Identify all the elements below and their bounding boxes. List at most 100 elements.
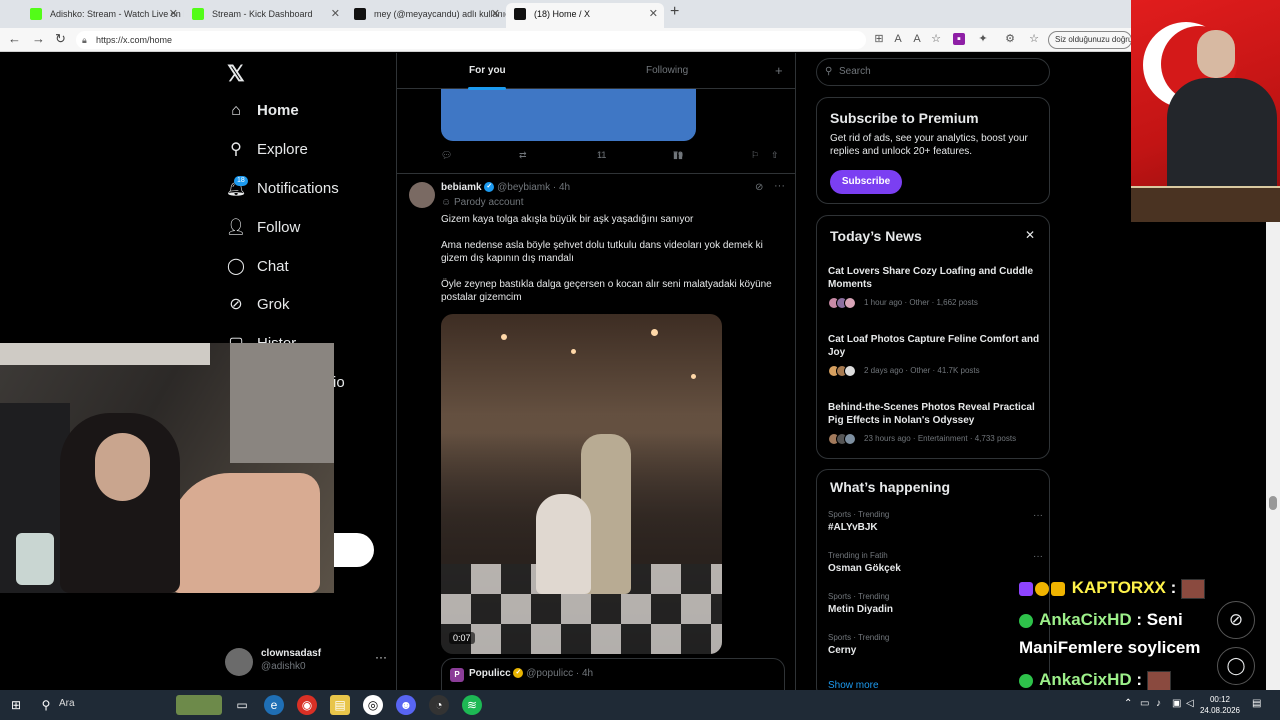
network-icon[interactable]: ▣: [1172, 698, 1181, 709]
more-icon[interactable]: ···: [1033, 510, 1043, 521]
site-info-icon[interactable]: 🔒︎: [82, 31, 87, 49]
post-video[interactable]: 0:07: [441, 314, 722, 654]
microphone-icon[interactable]: ♪: [1156, 698, 1161, 709]
close-tab-icon[interactable]: ✕: [169, 3, 178, 25]
search-input[interactable]: ⚲ Search: [816, 58, 1050, 86]
more-icon[interactable]: ···: [1033, 551, 1043, 562]
tray-app-icon[interactable]: ▭: [1140, 698, 1149, 709]
notes-icon[interactable]: ▤: [330, 695, 350, 715]
read-aloud-icon[interactable]: A: [911, 33, 923, 45]
close-tab-icon[interactable]: ✕: [491, 3, 500, 25]
close-tab-icon[interactable]: ✕: [649, 3, 658, 25]
trend-item[interactable]: Sports · Trending #ALYvBJK ···: [828, 510, 1043, 533]
add-tab-icon[interactable]: +: [775, 63, 783, 78]
post-author-line: bebiamk ✓ @beybiamk · 4h: [441, 182, 570, 193]
browser-tab-kick-stream[interactable]: Adishko: Stream - Watch Live on K ✕: [22, 3, 184, 28]
nav-grok[interactable]: ⊘ Grok: [225, 291, 289, 319]
x-icon: [514, 8, 526, 20]
post-author[interactable]: bebiamk: [441, 182, 482, 193]
discord-icon[interactable]: ☻: [396, 695, 416, 715]
app-icon[interactable]: ◔: [429, 695, 449, 715]
news-item[interactable]: Cat Lovers Share Cozy Loafing and Cuddle…: [828, 265, 1043, 310]
windows-start-icon[interactable]: ⊞: [6, 695, 26, 715]
tab-for-you[interactable]: For you: [468, 65, 506, 90]
tray-chevron-icon[interactable]: ⌃: [1124, 698, 1132, 709]
subscribe-button[interactable]: Subscribe: [830, 170, 902, 194]
performance-icon[interactable]: ⚙: [1004, 33, 1016, 45]
notifications-icon[interactable]: ▤: [1252, 698, 1261, 709]
video-frame-dancer: [536, 494, 591, 594]
post-time[interactable]: · 4h: [553, 182, 570, 193]
news-item[interactable]: Behind-the-Scenes Photos Reveal Practica…: [828, 401, 1043, 446]
browser-tab-bar: Adishko: Stream - Watch Live on K ✕ Stre…: [0, 0, 1280, 28]
chrome-icon[interactable]: ◉: [297, 695, 317, 715]
trend-item[interactable]: Sports · Trending Cerny: [828, 633, 1043, 656]
grok-fab-icon[interactable]: ⊘: [1217, 601, 1255, 639]
trend-item[interactable]: Sports · Trending Metin Diyadin: [828, 592, 1043, 615]
nav-follow[interactable]: 👤︎ Follow: [225, 214, 301, 242]
favorite-star-icon[interactable]: ☆: [930, 33, 942, 45]
avatar: [225, 648, 253, 676]
reply-icon[interactable]: 💬︎: [441, 150, 452, 161]
back-icon[interactable]: ←: [8, 31, 21, 46]
repost-icon[interactable]: ⇄: [519, 150, 527, 161]
post[interactable]: bebiamk ✓ @beybiamk · 4h ⊘ ··· ☺ Parody …: [397, 173, 795, 690]
account-switcher[interactable]: clownsadasf @adishk0 ···: [225, 646, 395, 676]
chat-message-continuation: ManiFemlere soylicem: [1019, 638, 1201, 657]
account-name: clownsadasf: [261, 648, 322, 659]
tiktok-icon: [354, 8, 366, 20]
tab-following[interactable]: Following: [646, 65, 688, 76]
refresh-icon[interactable]: ↻: [55, 31, 66, 47]
trend-item[interactable]: Trending in Fatih Osman Gökçek ···: [828, 551, 1043, 574]
nav-chat[interactable]: ◯ Chat: [225, 253, 289, 281]
file-explorer-icon[interactable]: ▭: [232, 695, 252, 715]
close-tab-icon[interactable]: ✕: [331, 3, 340, 25]
signin-prompt[interactable]: Siz olduğunuzu doğru: [1048, 31, 1132, 49]
whats-happening-title: What’s happening: [830, 479, 951, 495]
browser-tab-tiktok[interactable]: mey (@meyaycandu) adlı kullanıcı ✕: [346, 3, 506, 28]
webcam-overlay: [0, 343, 334, 593]
grok-icon[interactable]: ⊘: [755, 182, 763, 193]
taskbar-search-label[interactable]: Ara: [59, 698, 75, 709]
extension-icon[interactable]: ▪: [953, 33, 965, 45]
taskbar-clock[interactable]: 00:12 24.08.2026: [1198, 694, 1242, 716]
scrollbar-thumb[interactable]: [1269, 496, 1277, 510]
quoted-post[interactable]: P Populicc ✓ @populicc · 4h: [441, 658, 785, 690]
search-icon[interactable]: ⚲: [36, 695, 56, 715]
account-handle: @adishk0: [261, 661, 306, 672]
more-icon[interactable]: ···: [375, 650, 387, 664]
bookmark-icon[interactable]: ⚐: [751, 150, 759, 161]
edge-icon[interactable]: e: [264, 695, 284, 715]
avatar[interactable]: [409, 182, 435, 208]
subscriber-badge-icon: [1019, 581, 1033, 596]
nav-partial-label[interactable]: io: [333, 369, 345, 397]
post-handle[interactable]: @beybiamk: [497, 182, 550, 193]
chat-fab-icon[interactable]: ◯: [1217, 647, 1255, 685]
app-icon[interactable]: ⊞: [873, 33, 885, 45]
parody-label: ☺ Parody account: [441, 197, 524, 208]
obs-icon[interactable]: ◎: [363, 695, 383, 715]
new-tab-button[interactable]: +: [670, 3, 679, 21]
x-logo[interactable]: 𝕏: [227, 61, 245, 87]
more-icon[interactable]: ···: [774, 180, 785, 192]
search-highlight-icon[interactable]: [176, 695, 222, 715]
gift-badge-icon: [1035, 581, 1049, 596]
share-icon[interactable]: ⇧: [771, 150, 779, 161]
forward-icon[interactable]: →: [32, 31, 45, 46]
url-field[interactable]: 🔒︎ https://x.com/home: [76, 31, 866, 49]
news-item[interactable]: Cat Loaf Photos Capture Feline Comfort a…: [828, 333, 1043, 378]
nav-home[interactable]: ⌂ Home: [225, 97, 299, 125]
browser-tab-kick-dashboard[interactable]: Stream - Kick Dashboard ✕: [184, 3, 346, 28]
browser-tab-x-home[interactable]: (18) Home / X ✕: [506, 3, 664, 28]
person-add-icon: 👤︎: [225, 219, 247, 236]
close-icon[interactable]: ✕: [1025, 228, 1035, 242]
post-button-partial[interactable]: [334, 533, 374, 567]
favorites-icon[interactable]: ☆: [1028, 33, 1040, 45]
spotify-icon[interactable]: ≋: [462, 695, 482, 715]
translate-icon[interactable]: A: [892, 33, 904, 45]
show-more-link[interactable]: Show more: [828, 680, 879, 690]
extensions-puzzle-icon[interactable]: ✦: [977, 33, 989, 45]
avatar: P: [450, 668, 464, 682]
volume-icon[interactable]: ◁: [1186, 698, 1194, 709]
nav-explore[interactable]: ⚲ Explore: [225, 136, 308, 164]
